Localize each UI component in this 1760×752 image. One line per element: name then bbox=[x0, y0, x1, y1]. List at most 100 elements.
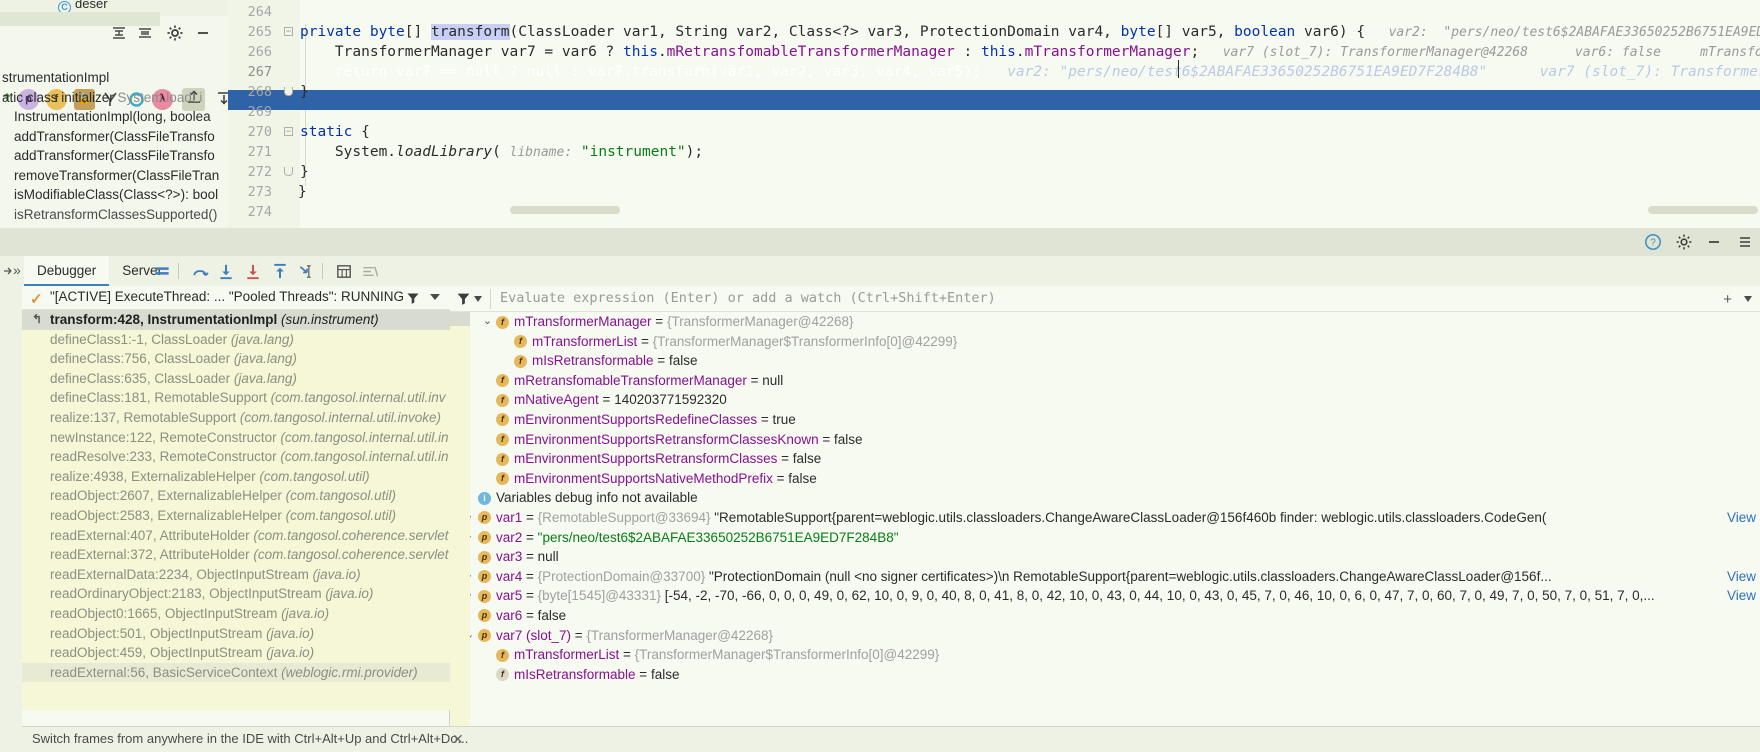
variable-row[interactable]: f mNativeAgent = 140203771592320 bbox=[470, 390, 1760, 410]
filter-icon[interactable] bbox=[456, 291, 471, 306]
chevron-down-icon[interactable] bbox=[430, 294, 440, 300]
frames-list[interactable]: ↰ transform:428, InstrumentationImpl (sun… bbox=[22, 310, 450, 710]
evaluate-expression-icon[interactable] bbox=[334, 262, 354, 281]
frame-row[interactable]: readObject:459, ObjectInputStream (java.… bbox=[22, 643, 450, 663]
fold-marker-icon[interactable] bbox=[284, 87, 293, 96]
variable-row[interactable]: i Variables debug info not available bbox=[470, 488, 1760, 508]
frame-row[interactable]: defineClass1:-1, ClassLoader (java.lang) bbox=[22, 330, 450, 350]
frame-row[interactable]: readObject:2583, ExternalizableHelper (c… bbox=[22, 506, 450, 526]
list-item[interactable]: removeTransformer(ClassFileTran bbox=[0, 166, 262, 186]
more-tabs-icon[interactable]: » bbox=[13, 262, 21, 278]
frame-row[interactable]: defineClass:635, ClassLoader (java.lang) bbox=[22, 369, 450, 389]
variable-row[interactable]: ›p var2 = "pers/neo/test6$2ABAFAE33650252… bbox=[470, 528, 1760, 548]
force-step-into-icon[interactable] bbox=[243, 262, 263, 281]
variable-row[interactable]: f mEnvironmentSupportsNativeMethodPrefix … bbox=[470, 469, 1760, 489]
view-value-link[interactable]: View bbox=[1727, 567, 1756, 587]
settings-gear-icon[interactable] bbox=[1675, 233, 1693, 251]
expand-all-icon[interactable] bbox=[110, 24, 128, 42]
variable-row[interactable]: f mTransformerList = {TransformerManager$… bbox=[470, 332, 1760, 352]
variable-row[interactable]: ›p var4 = {ProtectionDomain@33700} "Prote… bbox=[470, 567, 1760, 587]
evaluate-expression-input[interactable]: Evaluate expression (Enter) or add a wat… bbox=[500, 290, 996, 306]
frame-row[interactable]: realize:4938, ExternalizableHelper (com.… bbox=[22, 467, 450, 487]
fold-marker-icon[interactable]: − bbox=[284, 27, 293, 36]
structure-list[interactable]: strumentationImpl atic class initializer… bbox=[0, 68, 262, 228]
variable-row[interactable]: f mIsRetransformable = false bbox=[470, 665, 1760, 685]
frame-row[interactable]: readExternal:372, AttributeHolder (com.t… bbox=[22, 545, 450, 565]
list-item[interactable]: addTransformer(ClassFileTransfo bbox=[0, 146, 262, 166]
list-item[interactable]: isRetransformClassesSupported() bbox=[0, 205, 262, 225]
chevron-right-icon[interactable]: › bbox=[470, 508, 475, 528]
mute-breakpoints-icon[interactable] bbox=[360, 262, 380, 281]
variable-row[interactable]: ⌄ f mTransformerManager = {TransformerMana… bbox=[470, 312, 1760, 332]
fold-marker-icon[interactable]: − bbox=[284, 127, 293, 136]
view-value-link[interactable]: View bbox=[1727, 586, 1756, 606]
filter-icon[interactable] bbox=[406, 291, 420, 305]
editor-horizontal-scrollbar-right[interactable] bbox=[1648, 206, 1758, 214]
add-watch-icon[interactable]: + bbox=[1723, 291, 1732, 308]
frame-row[interactable]: readObject:2607, ExternalizableHelper (c… bbox=[22, 486, 450, 506]
variable-row[interactable]: ›p var5 = {byte[1545]@43331} [-54, -2, -7… bbox=[470, 586, 1760, 606]
chevron-down-icon[interactable]: ⌄ bbox=[482, 312, 493, 332]
frame-row[interactable]: newInstance:122, RemoteConstructor (com.… bbox=[22, 428, 450, 448]
ide-window: Cdeser p f 🔒 λ strumentationImpl atic cl… bbox=[0, 0, 1760, 752]
list-item[interactable]: InstrumentationImpl(long, boolea bbox=[0, 107, 262, 127]
editor-horizontal-scrollbar[interactable] bbox=[510, 206, 620, 214]
view-value-link[interactable]: View bbox=[1727, 508, 1756, 528]
frame-row[interactable]: readExternal:56, BasicServiceContext (we… bbox=[22, 662, 450, 683]
chevron-right-icon[interactable]: › bbox=[470, 528, 475, 548]
help-icon[interactable]: ? bbox=[1644, 233, 1662, 251]
frame-row[interactable]: defineClass:756, ClassLoader (java.lang) bbox=[22, 349, 450, 369]
variable-row[interactable]: f mEnvironmentSupportsRedefineClasses = t… bbox=[470, 410, 1760, 430]
thread-selector[interactable]: ✓ "[ACTIVE] ExecuteThread: ... "Pooled T… bbox=[22, 286, 450, 310]
run-to-cursor-icon[interactable] bbox=[296, 262, 316, 281]
line-number: 268 bbox=[247, 84, 272, 100]
step-out-icon[interactable] bbox=[270, 262, 290, 281]
variable-row[interactable]: ›p var1 = {RemotableSupport@33694} "Remot… bbox=[470, 508, 1760, 528]
chevron-down-icon[interactable] bbox=[1744, 296, 1752, 302]
frame-row[interactable]: readResolve:233, RemoteConstructor (com.… bbox=[22, 447, 450, 467]
variable-row[interactable]: f mIsRetransformable = false bbox=[470, 351, 1760, 371]
chevron-right-icon[interactable]: › bbox=[470, 567, 475, 587]
frame-row[interactable]: defineClass:181, RemotableSupport (com.t… bbox=[22, 388, 450, 408]
frame-row[interactable]: readExternal:407, AttributeHolder (com.t… bbox=[22, 526, 450, 546]
list-item[interactable]: addTransformer(ClassFileTransfo bbox=[0, 127, 262, 147]
more-options-icon[interactable] bbox=[1736, 233, 1754, 251]
variables-tree[interactable]: ⌄ f mTransformerManager = {TransformerMana… bbox=[470, 312, 1760, 726]
variable-row[interactable]: p var6 = false bbox=[470, 606, 1760, 626]
frame-row[interactable]: readOrdinaryObject:2183, ObjectInputStre… bbox=[22, 584, 450, 604]
hide-panel-icon[interactable] bbox=[194, 24, 212, 42]
variable-name: mTransformerManager bbox=[514, 314, 652, 329]
close-icon[interactable]: ✕ bbox=[452, 731, 464, 748]
frame-row[interactable]: readObject:501, ObjectInputStream (java.… bbox=[22, 624, 450, 644]
step-into-icon[interactable] bbox=[216, 262, 236, 281]
variable-row[interactable]: f mTransformerList = {TransformerManager$… bbox=[470, 645, 1760, 665]
variable-row[interactable]: f mEnvironmentSupportsRetransformClassesK… bbox=[470, 430, 1760, 450]
frame-row[interactable]: realize:137, RemotableSupport (com.tango… bbox=[22, 408, 450, 428]
editor-code-area[interactable]: private byte[] transform(ClassLoader var… bbox=[298, 0, 1760, 228]
chevron-down-icon[interactable]: ⌄ bbox=[470, 626, 475, 646]
frame-row[interactable]: readObject0:1665, ObjectInputStream (jav… bbox=[22, 604, 450, 624]
layout-settings-icon[interactable] bbox=[152, 262, 172, 281]
frame-row[interactable]: readExternalData:2234, ObjectInputStream… bbox=[22, 565, 450, 585]
minimize-icon[interactable] bbox=[1705, 233, 1723, 251]
list-item[interactable]: atic class initializer System.loadLi bbox=[0, 88, 262, 108]
variable-row[interactable]: p var3 = null bbox=[470, 547, 1760, 567]
code-editor[interactable]: 264 265 266 267 268 269 270 271 272 273 … bbox=[228, 0, 1760, 228]
settings-gear-icon[interactable] bbox=[166, 24, 184, 42]
list-item[interactable]: strumentationImpl bbox=[0, 68, 262, 88]
step-over-icon[interactable] bbox=[190, 262, 210, 281]
variable-row[interactable]: ⌄p var7 (slot_7) = {TransformerManager@42… bbox=[470, 626, 1760, 646]
chevron-down-icon[interactable] bbox=[474, 296, 482, 302]
variable-row[interactable]: f mRetransfomableTransformerManager = nul… bbox=[470, 371, 1760, 391]
equals-sign: = bbox=[818, 431, 835, 447]
chevron-right-icon[interactable]: › bbox=[470, 586, 475, 606]
code-line: } bbox=[298, 184, 307, 200]
fold-marker-icon[interactable] bbox=[284, 167, 293, 176]
tab-debugger[interactable]: Debugger bbox=[24, 256, 110, 286]
svg-text:?: ? bbox=[1650, 238, 1656, 249]
collapse-all-icon[interactable] bbox=[136, 24, 154, 42]
evaluate-expression-bar[interactable]: Evaluate expression (Enter) or add a wat… bbox=[450, 286, 1760, 312]
variable-row[interactable]: f mEnvironmentSupportsRetransformClasses … bbox=[470, 449, 1760, 469]
list-item[interactable]: isModifiableClass(Class<?>): bool bbox=[0, 185, 262, 205]
frame-row-current[interactable]: ↰ transform:428, InstrumentationImpl (sun… bbox=[22, 310, 450, 330]
